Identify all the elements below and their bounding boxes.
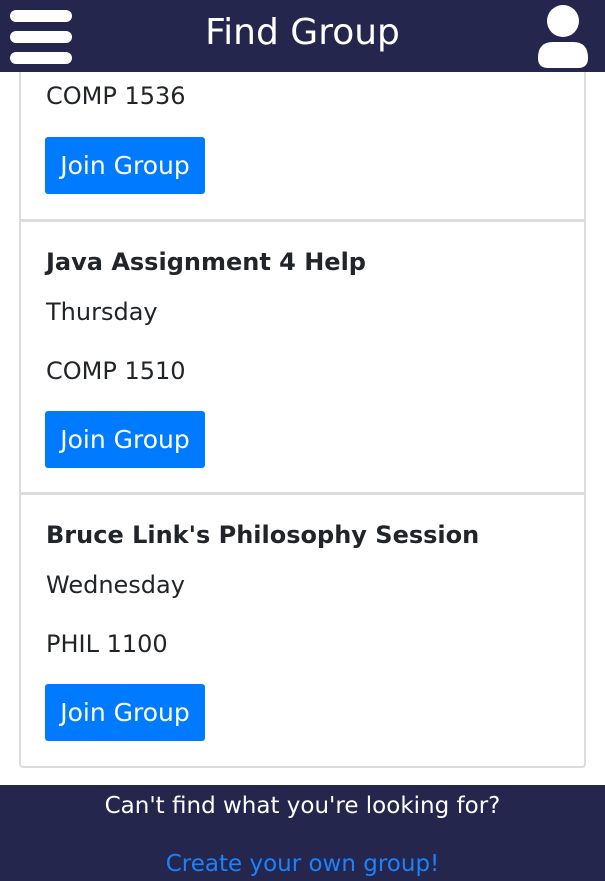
join-group-button[interactable]: Join Group <box>45 684 205 741</box>
create-group-link[interactable]: Create your own group! <box>0 851 605 877</box>
join-group-button[interactable]: Join Group <box>45 137 205 194</box>
group-card: COMP 1536 Join Group <box>19 72 586 221</box>
group-course: PHIL 1100 <box>46 630 168 658</box>
footer-message: Can't find what you're looking for? <box>104 793 501 819</box>
group-name: Java Assignment 4 Help <box>46 248 366 276</box>
group-day: Thursday <box>46 298 158 326</box>
group-day: Wednesday <box>46 571 185 599</box>
group-name: Bruce Link's Philosophy Session <box>46 521 480 549</box>
group-card: Bruce Link's Philosophy Session Wednesda… <box>19 493 586 768</box>
user-profile-icon[interactable] <box>537 4 589 68</box>
footer: Can't find what you're looking for? Crea… <box>0 785 605 881</box>
group-card: Java Assignment 4 Help Thursday COMP 151… <box>19 220 586 494</box>
join-group-button[interactable]: Join Group <box>45 411 205 468</box>
top-nav-bar: Find Group <box>0 0 605 72</box>
group-course: COMP 1510 <box>46 357 186 385</box>
group-course: COMP 1536 <box>46 82 186 110</box>
page-title: Find Group <box>205 12 400 53</box>
group-list: COMP 1536 Join Group Java Assignment 4 H… <box>19 72 586 768</box>
